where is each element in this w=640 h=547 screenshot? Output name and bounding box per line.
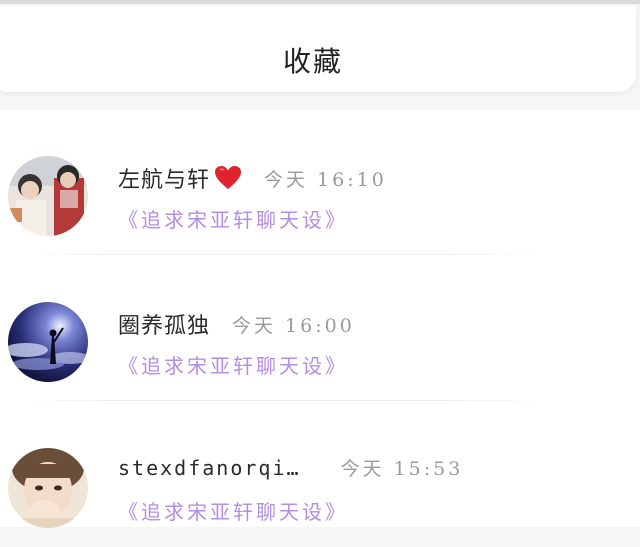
avatar[interactable]	[8, 156, 88, 236]
item-header: stexdfanorqi… 今天 15:53	[118, 454, 463, 481]
item-subtitle: 《追求宋亚轩聊天设》	[118, 354, 348, 378]
divider	[28, 400, 548, 401]
page-title: 收藏	[282, 45, 343, 78]
list-item[interactable]: 圈养孤独 今天 16:00 《追求宋亚轩聊天设》	[0, 256, 640, 401]
timestamp: 今天 16:00	[232, 314, 355, 337]
status-bar-strip	[0, 0, 640, 4]
contact-name: 左航与轩	[118, 168, 211, 193]
contact-name: stexdfanorqi…	[118, 455, 301, 480]
item-subtitle: 《追求宋亚轩聊天设》	[118, 500, 348, 524]
item-header: 左航与轩 今天 16:10	[118, 162, 387, 194]
favorites-list: 左航与轩 今天 16:10 《追求宋亚轩聊天设》 圈养孤独 今天 16:00 《…	[0, 110, 640, 528]
avatar[interactable]	[8, 448, 88, 528]
item-header: 圈养孤独 今天 16:00	[118, 308, 355, 340]
avatar[interactable]	[8, 302, 88, 382]
list-item[interactable]: 左航与轩 今天 16:10 《追求宋亚轩聊天设》	[0, 110, 640, 255]
item-subtitle: 《追求宋亚轩聊天设》	[118, 208, 348, 232]
divider	[28, 254, 548, 255]
timestamp: 今天 16:10	[264, 168, 387, 191]
red-heart-icon	[214, 165, 242, 191]
timestamp: 今天 15:53	[340, 458, 464, 480]
header-bar: 收藏	[0, 6, 636, 92]
list-item[interactable]: stexdfanorqi… 今天 15:53 《追求宋亚轩聊天设》	[0, 402, 640, 547]
contact-name: 圈养孤独	[118, 314, 211, 339]
